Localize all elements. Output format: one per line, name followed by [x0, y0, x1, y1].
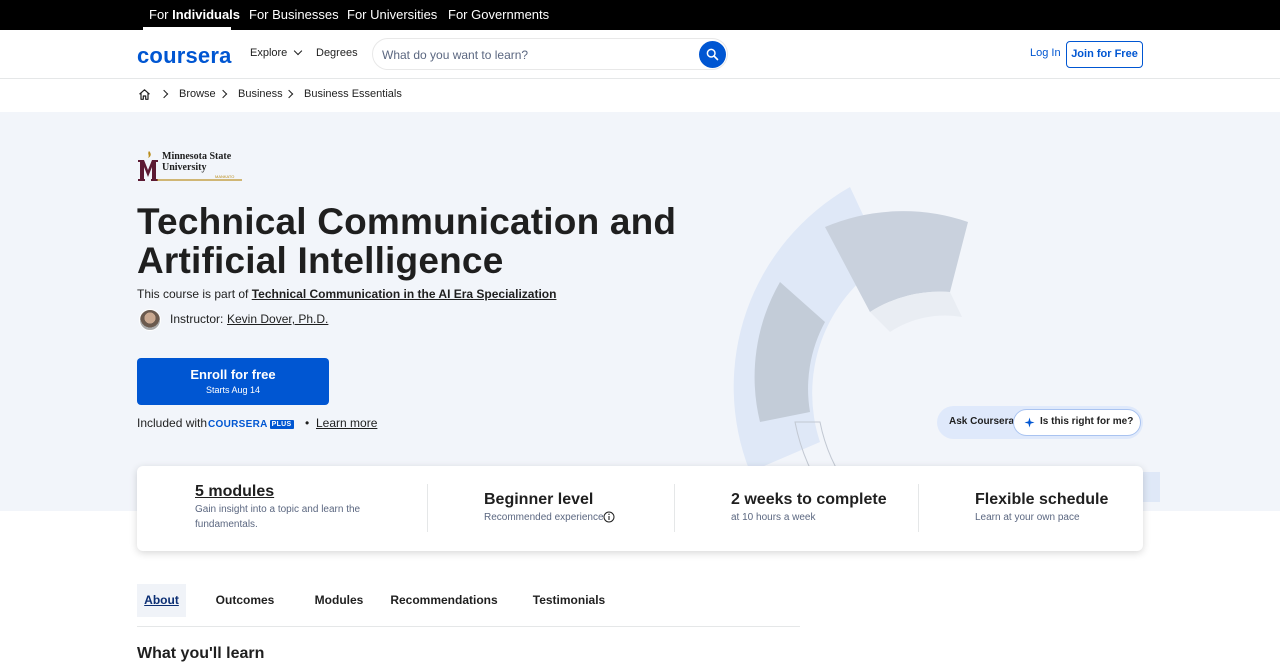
- specialization-note: This course is part of Technical Communi…: [137, 287, 556, 301]
- is-this-right-button[interactable]: Is this right for me?: [1013, 409, 1141, 436]
- tab-about[interactable]: About: [137, 584, 186, 617]
- search-button[interactable]: [699, 41, 726, 68]
- breadcrumb-browse[interactable]: Browse: [179, 88, 216, 100]
- audience-tab-label: Individuals: [172, 7, 241, 22]
- audience-tab-universities[interactable]: For Universities: [347, 0, 437, 30]
- sparkle-icon: [1024, 417, 1035, 428]
- instructor-label: Instructor:: [170, 312, 224, 326]
- schedule-description: Learn at your own pace: [975, 512, 1080, 523]
- audience-tab-businesses[interactable]: For Businesses: [249, 0, 339, 30]
- ask-coursera-label: Ask Coursera: [949, 416, 1015, 427]
- part-of-prefix: This course is part of: [137, 287, 252, 301]
- learn-more-link[interactable]: Learn more: [316, 416, 377, 430]
- included-with-label: Included with: [137, 416, 208, 430]
- course-title: Technical Communication and Artificial I…: [137, 201, 677, 281]
- modules-description: Gain insight into a topic and learn the …: [195, 504, 361, 530]
- course-tabs: About Outcomes Modules Recommendations T…: [137, 584, 800, 627]
- plus-badge: PLUS: [269, 420, 294, 429]
- tab-outcomes[interactable]: Outcomes: [209, 584, 281, 617]
- duration-info: 2 weeks to complete at 10 hours a week: [675, 466, 918, 551]
- search-bar: [372, 38, 728, 70]
- course-info-card: 5 modules Gain insight into a topic and …: [137, 466, 1143, 551]
- audience-tab-governments[interactable]: For Governments: [448, 0, 549, 30]
- university-name-line1: Minnesota State: [162, 151, 232, 162]
- audience-bar: For Individuals For Businesses For Unive…: [0, 0, 1280, 30]
- degrees-link[interactable]: Degrees: [316, 47, 358, 59]
- chevron-right-icon: [218, 89, 228, 99]
- schedule-info: Flexible schedule Learn at your own pace: [919, 466, 1143, 551]
- is-this-right-label: Is this right for me?: [1040, 416, 1134, 427]
- chevron-right-icon: [159, 89, 169, 99]
- explore-menu[interactable]: Explore: [250, 46, 303, 59]
- schedule-title: Flexible schedule: [975, 491, 1109, 508]
- enroll-button[interactable]: Enroll for free Starts Aug 14: [137, 358, 329, 405]
- what-youll-learn-heading: What you'll learn: [137, 645, 265, 662]
- university-name-line2: University: [162, 162, 207, 173]
- login-link[interactable]: Log In: [1030, 47, 1061, 59]
- coursera-plus-logo: COURSERA PLUS: [208, 419, 294, 430]
- search-input[interactable]: [382, 45, 692, 65]
- audience-tab-prefix: For: [149, 7, 173, 22]
- university-tag: MANKATO: [215, 174, 235, 179]
- breadcrumb-business-essentials[interactable]: Business Essentials: [304, 88, 402, 100]
- duration-title: 2 weeks to complete: [731, 491, 887, 508]
- course-hero: Minnesota State University MANKATO Techn…: [0, 112, 1280, 511]
- tab-recommendations[interactable]: Recommendations: [389, 584, 499, 617]
- instructor-avatar: [139, 309, 161, 331]
- enroll-label: Enroll for free: [190, 367, 276, 382]
- chevron-right-icon: [284, 89, 294, 99]
- level-info: Beginner level Recommended experience: [428, 466, 674, 551]
- tab-modules[interactable]: Modules: [303, 584, 375, 617]
- breadcrumb-business[interactable]: Business: [238, 88, 283, 100]
- site-header: coursera Explore Degrees Log In Join for…: [0, 30, 1280, 79]
- level-title: Beginner level: [484, 491, 594, 508]
- search-icon: [706, 48, 719, 61]
- audience-tab-individuals[interactable]: For Individuals: [149, 0, 240, 30]
- tab-testimonials[interactable]: Testimonials: [527, 584, 611, 617]
- modules-link[interactable]: 5 modules: [195, 483, 274, 501]
- decorative-graphic: [733, 187, 1160, 511]
- home-icon[interactable]: [138, 88, 151, 101]
- duration-description: at 10 hours a week: [731, 512, 816, 523]
- ask-coursera-widget: Ask Coursera Is this right for me?: [937, 406, 1143, 439]
- breadcrumb: Browse Business Business Essentials: [0, 79, 1280, 112]
- instructor-link[interactable]: Kevin Dover, Ph.D.: [227, 312, 328, 326]
- coursera-logo[interactable]: coursera: [137, 43, 232, 69]
- join-for-free-button[interactable]: Join for Free: [1066, 41, 1143, 68]
- modules-info: 5 modules Gain insight into a topic and …: [137, 466, 427, 551]
- specialization-link[interactable]: Technical Communication in the AI Era Sp…: [252, 287, 557, 301]
- separator-bullet: •: [305, 416, 310, 430]
- info-icon[interactable]: [603, 511, 615, 523]
- explore-label: Explore: [250, 47, 288, 59]
- start-date: Starts Aug 14: [205, 385, 261, 395]
- plus-logo-text: COURSERA: [208, 419, 268, 430]
- level-description: Recommended experience: [484, 512, 604, 523]
- chevron-down-icon: [294, 46, 303, 56]
